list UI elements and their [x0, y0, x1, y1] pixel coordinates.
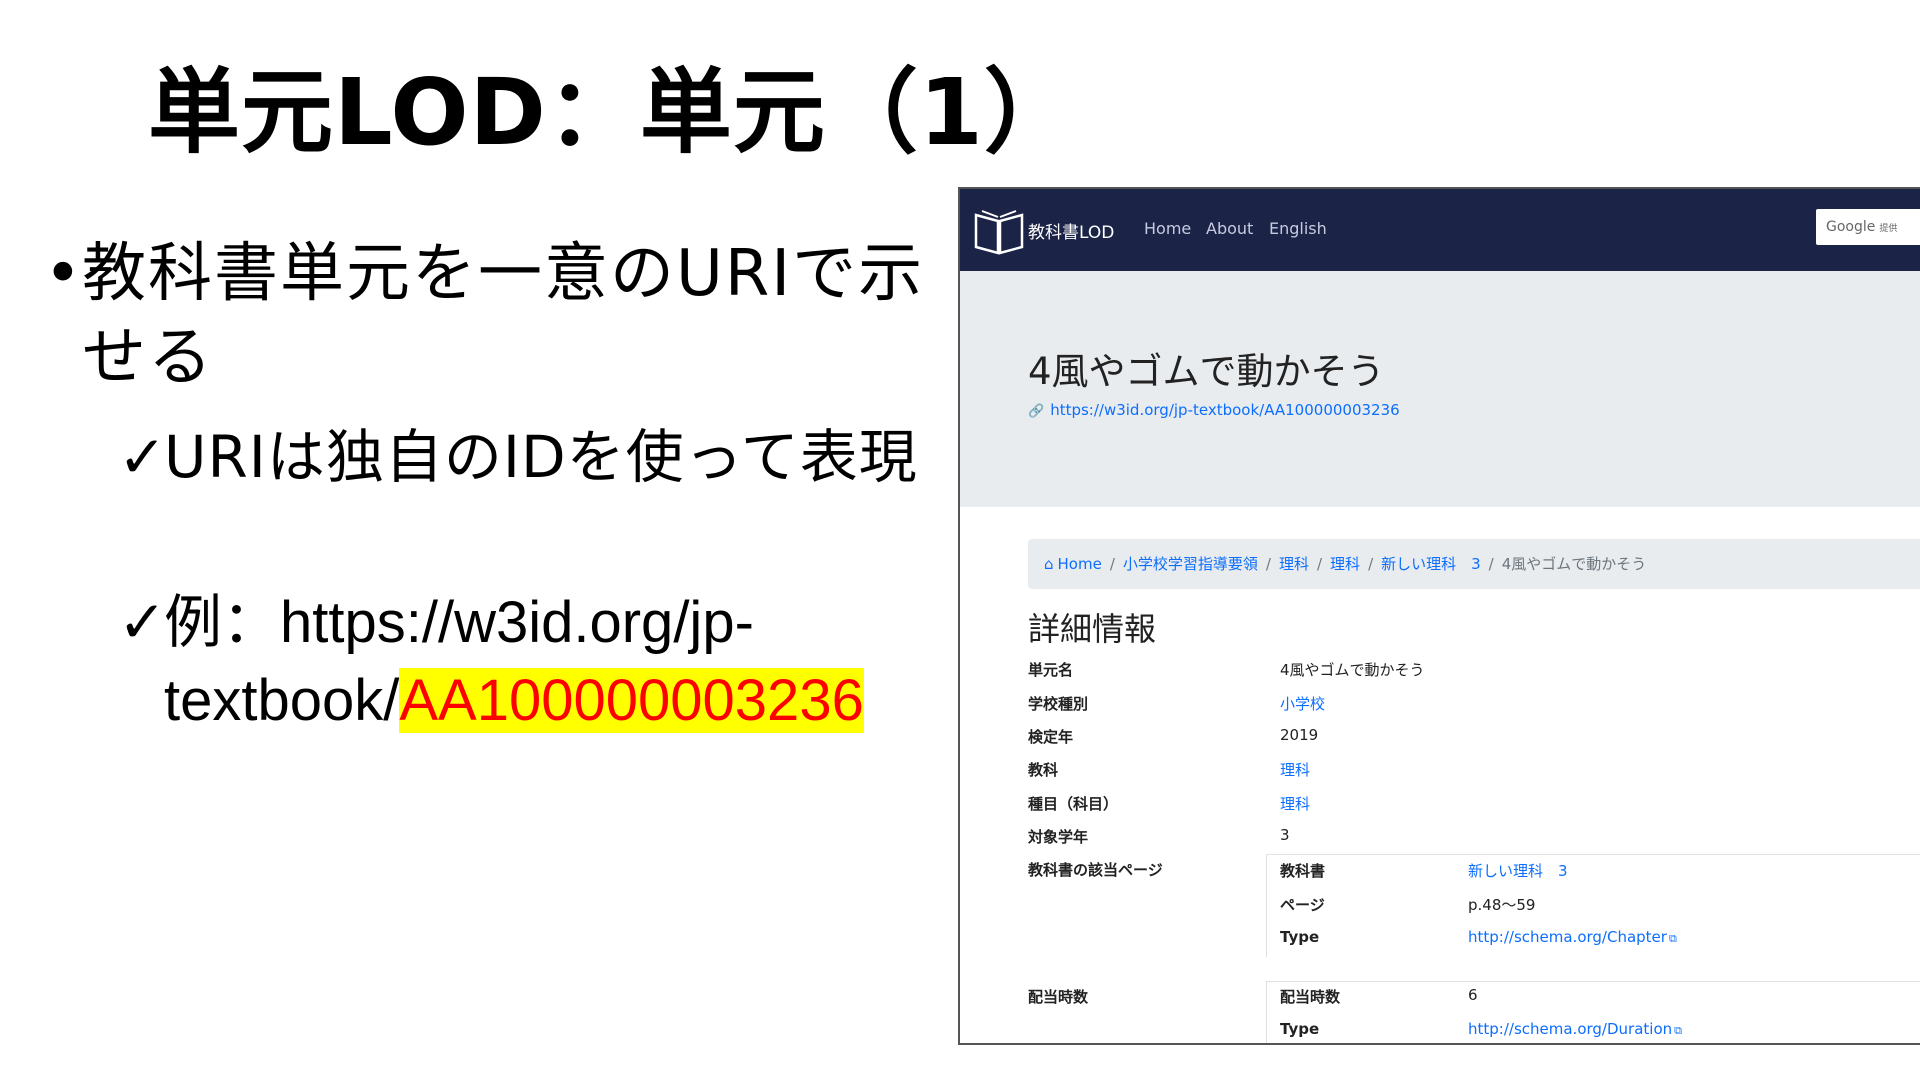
sub-bullet-text: URIは独自のIDを使って表現 [164, 423, 918, 491]
breadcrumb-current: 4風やゴムで動かそう [1501, 555, 1647, 573]
main-bullet-text: 教科書単元を一意のURIで示せる [82, 237, 925, 395]
detail-label-hours: 配当時数 [1028, 988, 1089, 1006]
details-heading: 詳細情報 [1028, 610, 1157, 648]
nested-label-type: Type [1280, 928, 1320, 946]
navbar: 教科書LOD Home About English Google 提供 [960, 189, 1920, 271]
nested-value-textbook[interactable]: 新しい理科 3 [1468, 860, 1568, 881]
detail-label-pages: 教科書の該当ページ [1028, 861, 1163, 879]
breadcrumb-subject[interactable]: 理科 [1279, 555, 1309, 573]
nav-english[interactable]: English [1269, 219, 1327, 238]
jumbotron: 4風やゴムで動かそう 🔗 https://w3id.org/jp-textbook… [960, 271, 1920, 507]
nested-value-page: p.48〜59 [1468, 896, 1536, 914]
nested-label-page: ページ [1280, 896, 1325, 914]
link-icon: 🔗 [1028, 404, 1045, 419]
website-screenshot: 教科書LOD Home About English Google 提供 4風やゴム… [958, 187, 1920, 1045]
breadcrumb-separator: / [1265, 555, 1271, 573]
home-icon[interactable]: ⌂ [1044, 555, 1054, 573]
detail-value-school-type[interactable]: 小学校 [1280, 693, 1325, 714]
breadcrumb-separator: / [1488, 555, 1494, 573]
detail-label-school-type: 学校種別 [1028, 695, 1089, 713]
detail-value-unit-name: 4風やゴムで動かそう [1280, 661, 1425, 679]
breadcrumb-separator: / [1316, 555, 1323, 573]
nested-value-hours: 6 [1468, 986, 1478, 1004]
slide-title: 単元LOD：単元（1） [148, 59, 1077, 166]
nested-label-textbook: 教科書 [1280, 862, 1326, 880]
bullet-dot: • [44, 237, 84, 311]
breadcrumb-course-of-study[interactable]: 小学校学習指導要領 [1123, 555, 1258, 573]
detail-value-subject-type[interactable]: 理科 [1280, 793, 1310, 814]
nested-value-duration-type[interactable]: http://schema.org/Duration ⧉ [1468, 1020, 1682, 1038]
unit-heading: 4風やゴムで動かそう [1028, 350, 1385, 393]
breadcrumb-subject-area[interactable]: 理科 [1330, 555, 1360, 573]
site-logo-text[interactable]: 教科書LOD [1028, 218, 1114, 243]
detail-label-subject-type: 種目（科目） [1028, 795, 1119, 813]
nav-about[interactable]: About [1206, 219, 1253, 238]
breadcrumb-textbook[interactable]: 新しい理科 3 [1381, 555, 1481, 573]
breadcrumb-separator: / [1368, 555, 1374, 573]
external-link-icon: ⧉ [1674, 1024, 1682, 1037]
checkmark-icon: ✓ [118, 590, 167, 655]
sub-bullet-uri-id: ✓ URIは独自のIDを使って表現 [118, 418, 938, 496]
detail-label-subject: 教科 [1028, 761, 1059, 779]
breadcrumb: ⌂ Home / 小学校学習指導要領 / 理科 / 理科 / 新しい理科 3 / 4風やゴムで動かそう [1028, 539, 1920, 589]
detail-value-subject[interactable]: 理科 [1280, 759, 1310, 780]
example-uri-id-highlight: AA100000003236 [399, 668, 864, 733]
detail-label-unit-name: 単元名 [1028, 661, 1074, 679]
detail-value-year: 2019 [1280, 726, 1319, 744]
breadcrumb-home[interactable]: Home [1058, 555, 1102, 573]
google-brand: Google [1826, 219, 1876, 235]
google-brand-suffix: 提供 [1879, 224, 1898, 234]
detail-label-grade: 対象学年 [1028, 828, 1089, 846]
nested-value-chapter-type[interactable]: http://schema.org/Chapter ⧉ [1468, 928, 1677, 946]
sub-bullet-example: ✓ 例：https://w3id.org/jp-textbook/AA10000… [118, 584, 938, 740]
open-book-icon[interactable] [972, 203, 1026, 257]
nested-label-duration-type: Type [1280, 1020, 1320, 1038]
checkmark-icon: ✓ [118, 423, 168, 491]
detail-label-year: 検定年 [1028, 728, 1074, 746]
unit-uri-text[interactable]: https://w3id.org/jp-textbook/AA100000003… [1050, 401, 1399, 419]
google-search-box[interactable]: Google 提供 [1816, 209, 1920, 245]
external-link-icon: ⧉ [1668, 932, 1677, 945]
nav-home[interactable]: Home [1144, 219, 1191, 238]
unit-uri-link[interactable]: 🔗 https://w3id.org/jp-textbook/AA10000000… [1028, 401, 1400, 419]
detail-value-grade: 3 [1280, 826, 1290, 844]
main-bullet: • 教科書単元を一意のURIで示せる [44, 232, 934, 400]
breadcrumb-separator: / [1109, 555, 1115, 573]
nested-label-hours: 配当時数 [1280, 988, 1341, 1006]
